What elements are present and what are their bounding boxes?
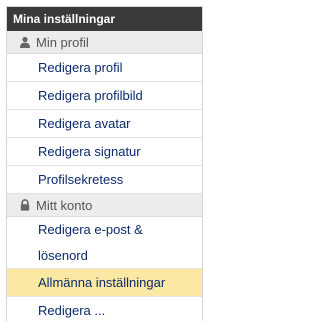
section-label-mitt-konto: Mitt konto bbox=[36, 197, 93, 213]
menu-item-redigera-avatar[interactable]: Redigera avatar bbox=[7, 110, 202, 138]
user-icon bbox=[19, 36, 31, 48]
menu-item-partial[interactable]: Redigera ... bbox=[7, 297, 202, 321]
panel-title: Mina inställningar bbox=[7, 7, 202, 31]
section-header-min-profil: Min profil bbox=[7, 31, 202, 54]
menu-item-profilsekretess[interactable]: Profilsekretess bbox=[7, 166, 202, 194]
menu-item-redigera-profil[interactable]: Redigera profil bbox=[7, 54, 202, 82]
settings-panel: Mina inställningar Min profil Redigera p… bbox=[6, 6, 203, 321]
menu-item-allmanna-installningar[interactable]: Allmänna inställningar bbox=[7, 269, 202, 297]
menu-item-redigera-epost-losenord[interactable]: Redigera e-post & lösenord bbox=[7, 217, 202, 269]
section-label-min-profil: Min profil bbox=[36, 34, 89, 50]
menu-item-label-line2: lösenord bbox=[38, 248, 88, 263]
section-header-mitt-konto: Mitt konto bbox=[7, 194, 202, 217]
menu-item-label-line1: Redigera e-post & bbox=[38, 222, 143, 237]
menu-item-redigera-profilbild[interactable]: Redigera profilbild bbox=[7, 82, 202, 110]
lock-icon bbox=[19, 199, 31, 211]
menu-item-redigera-signatur[interactable]: Redigera signatur bbox=[7, 138, 202, 166]
